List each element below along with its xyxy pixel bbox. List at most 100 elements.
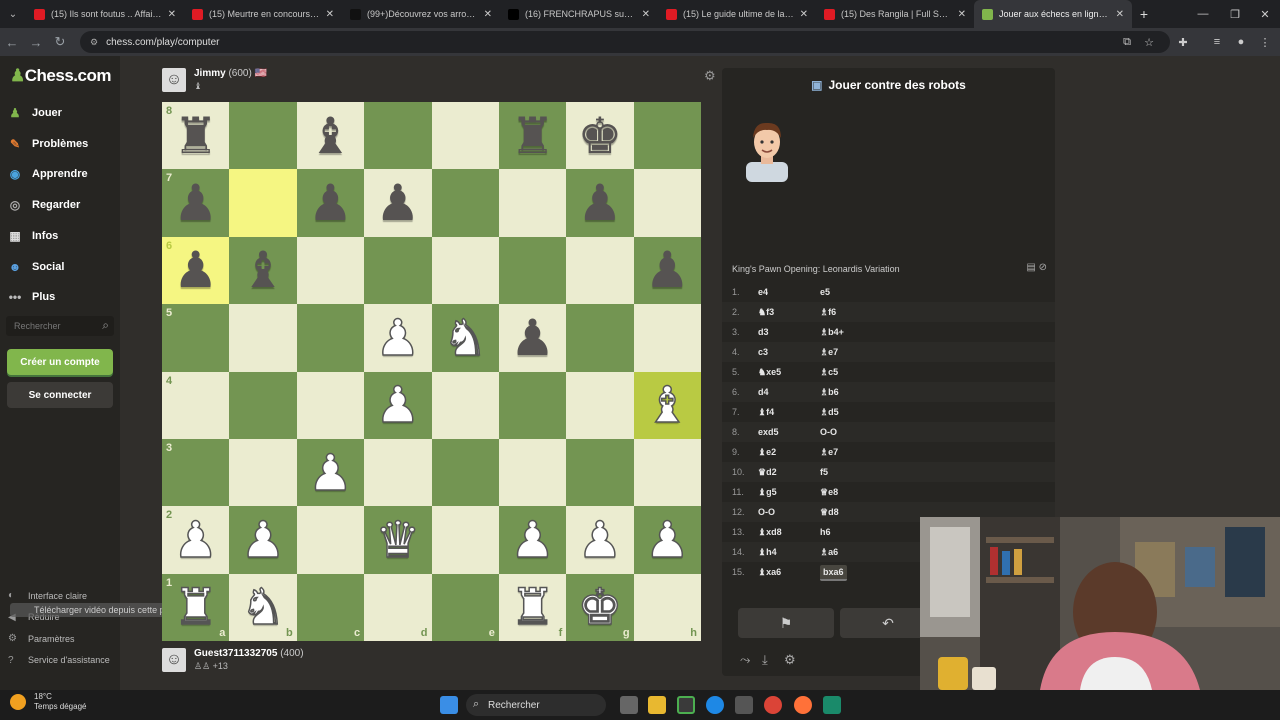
square-e6[interactable] bbox=[431, 236, 499, 305]
square-b8[interactable] bbox=[229, 102, 297, 170]
square-b2[interactable]: ♟ bbox=[229, 506, 297, 574]
xbox-icon[interactable] bbox=[677, 696, 695, 714]
sidebar-item-2[interactable]: ◉ Apprendre bbox=[6, 161, 116, 187]
browser-tab[interactable]: (16) FRENCHRAPUS sur X : ✕ bbox=[500, 0, 658, 28]
square-b4[interactable] bbox=[229, 371, 297, 439]
square-f7[interactable] bbox=[498, 169, 567, 237]
black-pawn-icon[interactable]: ♟ bbox=[308, 178, 353, 228]
minimize-icon[interactable]: — bbox=[1186, 0, 1220, 28]
black-pawn-icon[interactable]: ♟ bbox=[173, 245, 218, 295]
sidebar-item-5[interactable]: ☻ Social bbox=[6, 254, 116, 280]
white-rook-icon[interactable]: ♜ bbox=[509, 582, 555, 634]
square-h7[interactable] bbox=[633, 169, 701, 237]
task-view-icon[interactable] bbox=[620, 696, 638, 714]
white-move[interactable]: O-O bbox=[758, 507, 820, 517]
square-d8[interactable] bbox=[364, 102, 432, 170]
square-d4[interactable]: ♟ bbox=[364, 371, 432, 439]
sidebar-footer-item[interactable]: ? Service d'assistance bbox=[8, 655, 110, 666]
black-move[interactable]: ♗e7 bbox=[820, 447, 838, 457]
black-king-icon[interactable]: ♚ bbox=[578, 111, 623, 161]
sidebar-item-4[interactable]: ▦ Infos bbox=[6, 223, 116, 249]
square-c2[interactable] bbox=[296, 506, 365, 574]
white-move[interactable]: ♝e2 bbox=[758, 447, 820, 458]
white-pawn-icon[interactable]: ♟ bbox=[577, 514, 623, 566]
white-bishop-icon[interactable]: ♝ bbox=[644, 379, 690, 431]
black-move[interactable]: ♗d5 bbox=[820, 407, 839, 417]
tab-list-chevron-icon[interactable]: ⌄ bbox=[0, 0, 26, 28]
white-move[interactable]: ♝xa6 bbox=[758, 567, 820, 578]
new-tab-button[interactable]: + bbox=[1132, 6, 1156, 22]
black-move[interactable]: ♕d8 bbox=[820, 507, 839, 517]
sidebar-footer-item[interactable]: ⚙ Paramètres bbox=[8, 633, 75, 644]
forward-arrow-icon[interactable]: → bbox=[24, 28, 48, 56]
sidebar-item-0[interactable]: ♟ Jouer bbox=[6, 100, 116, 126]
square-c1[interactable]: c bbox=[296, 573, 365, 641]
square-e8[interactable] bbox=[431, 102, 499, 170]
square-a3[interactable]: 3 bbox=[162, 438, 230, 507]
black-move[interactable]: bxa6 bbox=[820, 565, 847, 581]
square-b1[interactable]: b ♞ bbox=[229, 573, 297, 641]
square-b6[interactable]: ♝ bbox=[229, 236, 297, 305]
square-d2[interactable]: ♛ bbox=[364, 506, 432, 574]
sidebar-footer-item[interactable]: ◐ Interface claire bbox=[8, 590, 87, 601]
tab-close-icon[interactable]: ✕ bbox=[1116, 9, 1124, 20]
white-move[interactable]: ♝h4 bbox=[758, 547, 820, 558]
black-move[interactable]: ♗b4+ bbox=[820, 327, 844, 337]
square-g1[interactable]: g ♚ bbox=[566, 573, 634, 641]
white-pawn-icon[interactable]: ♟ bbox=[375, 312, 421, 364]
black-bishop-icon[interactable]: ♝ bbox=[308, 111, 353, 161]
white-move[interactable]: d4 bbox=[758, 387, 820, 397]
square-h8[interactable] bbox=[633, 102, 701, 170]
square-c4[interactable] bbox=[296, 371, 365, 439]
browser-tab[interactable]: Jouer aux échecs en ligne cont ✕ bbox=[974, 0, 1132, 28]
square-h5[interactable] bbox=[633, 304, 701, 372]
white-rook-icon[interactable]: ♜ bbox=[173, 582, 219, 634]
square-f1[interactable]: f ♜ bbox=[498, 573, 567, 641]
black-move[interactable]: ♗a6 bbox=[820, 547, 838, 557]
square-d3[interactable] bbox=[364, 438, 432, 507]
login-button[interactable]: Se connecter bbox=[7, 382, 113, 408]
tab-close-icon[interactable]: ✕ bbox=[326, 9, 334, 20]
square-f8[interactable]: ♜ bbox=[498, 102, 567, 170]
black-pawn-icon[interactable]: ♟ bbox=[375, 178, 420, 228]
black-pawn-icon[interactable]: ♟ bbox=[578, 178, 623, 228]
address-bar[interactable]: ⚙ chess.com/play/computer bbox=[80, 31, 1170, 53]
tab-close-icon[interactable]: ✕ bbox=[800, 9, 808, 20]
site-info-icon[interactable]: ⚙ bbox=[90, 37, 98, 48]
square-e1[interactable]: e bbox=[431, 573, 499, 641]
white-pawn-icon[interactable]: ♟ bbox=[240, 514, 286, 566]
white-knight-icon[interactable]: ♞ bbox=[442, 312, 488, 364]
edge-icon[interactable] bbox=[706, 696, 724, 714]
settings-gear-icon[interactable]: ⚙ bbox=[784, 652, 796, 668]
black-move[interactable]: ♗f6 bbox=[820, 307, 836, 317]
maximize-icon[interactable]: ❐ bbox=[1218, 0, 1252, 28]
browser-tab[interactable]: (15) Meurtre en concours, reche ✕ bbox=[184, 0, 342, 28]
browser-menu-icon[interactable]: ⋮ bbox=[1254, 28, 1276, 56]
black-bishop-icon[interactable]: ♝ bbox=[241, 245, 286, 295]
white-move[interactable]: ♝g5 bbox=[758, 487, 820, 498]
square-h2[interactable]: ♟ bbox=[633, 506, 701, 574]
square-a7[interactable]: 7 ♟ bbox=[162, 169, 230, 237]
chess-com-logo[interactable]: ♟Chess.com bbox=[10, 66, 111, 86]
black-move[interactable]: O-O bbox=[820, 427, 837, 437]
sidebar-search-input[interactable]: Rechercher ⌕ bbox=[6, 316, 114, 336]
black-rook-icon[interactable]: ♜ bbox=[173, 111, 218, 161]
browser-tab[interactable]: (15) Ils sont foutus .. Affaire Je ✕ bbox=[26, 0, 184, 28]
app-icon[interactable] bbox=[823, 696, 841, 714]
book-icon[interactable]: ▤ bbox=[1026, 262, 1035, 273]
square-e4[interactable] bbox=[431, 371, 499, 439]
sidebar-item-6[interactable]: ••• Plus bbox=[6, 284, 116, 310]
chrome-icon[interactable] bbox=[764, 696, 782, 714]
white-move[interactable]: d3 bbox=[758, 327, 820, 337]
square-g6[interactable] bbox=[566, 236, 634, 305]
square-f2[interactable]: ♟ bbox=[498, 506, 567, 574]
back-arrow-icon[interactable]: ← bbox=[0, 28, 24, 56]
tab-close-icon[interactable]: ✕ bbox=[484, 9, 492, 20]
square-a4[interactable]: 4 bbox=[162, 371, 230, 439]
taskbar-search[interactable]: ⌕ Rechercher bbox=[466, 694, 606, 716]
white-queen-icon[interactable]: ♛ bbox=[375, 514, 421, 566]
black-move[interactable]: f5 bbox=[820, 467, 828, 477]
board-settings-gear-icon[interactable]: ⚙ bbox=[704, 68, 716, 84]
share-icon[interactable]: ⤳ bbox=[740, 652, 750, 668]
square-b5[interactable] bbox=[229, 304, 297, 372]
